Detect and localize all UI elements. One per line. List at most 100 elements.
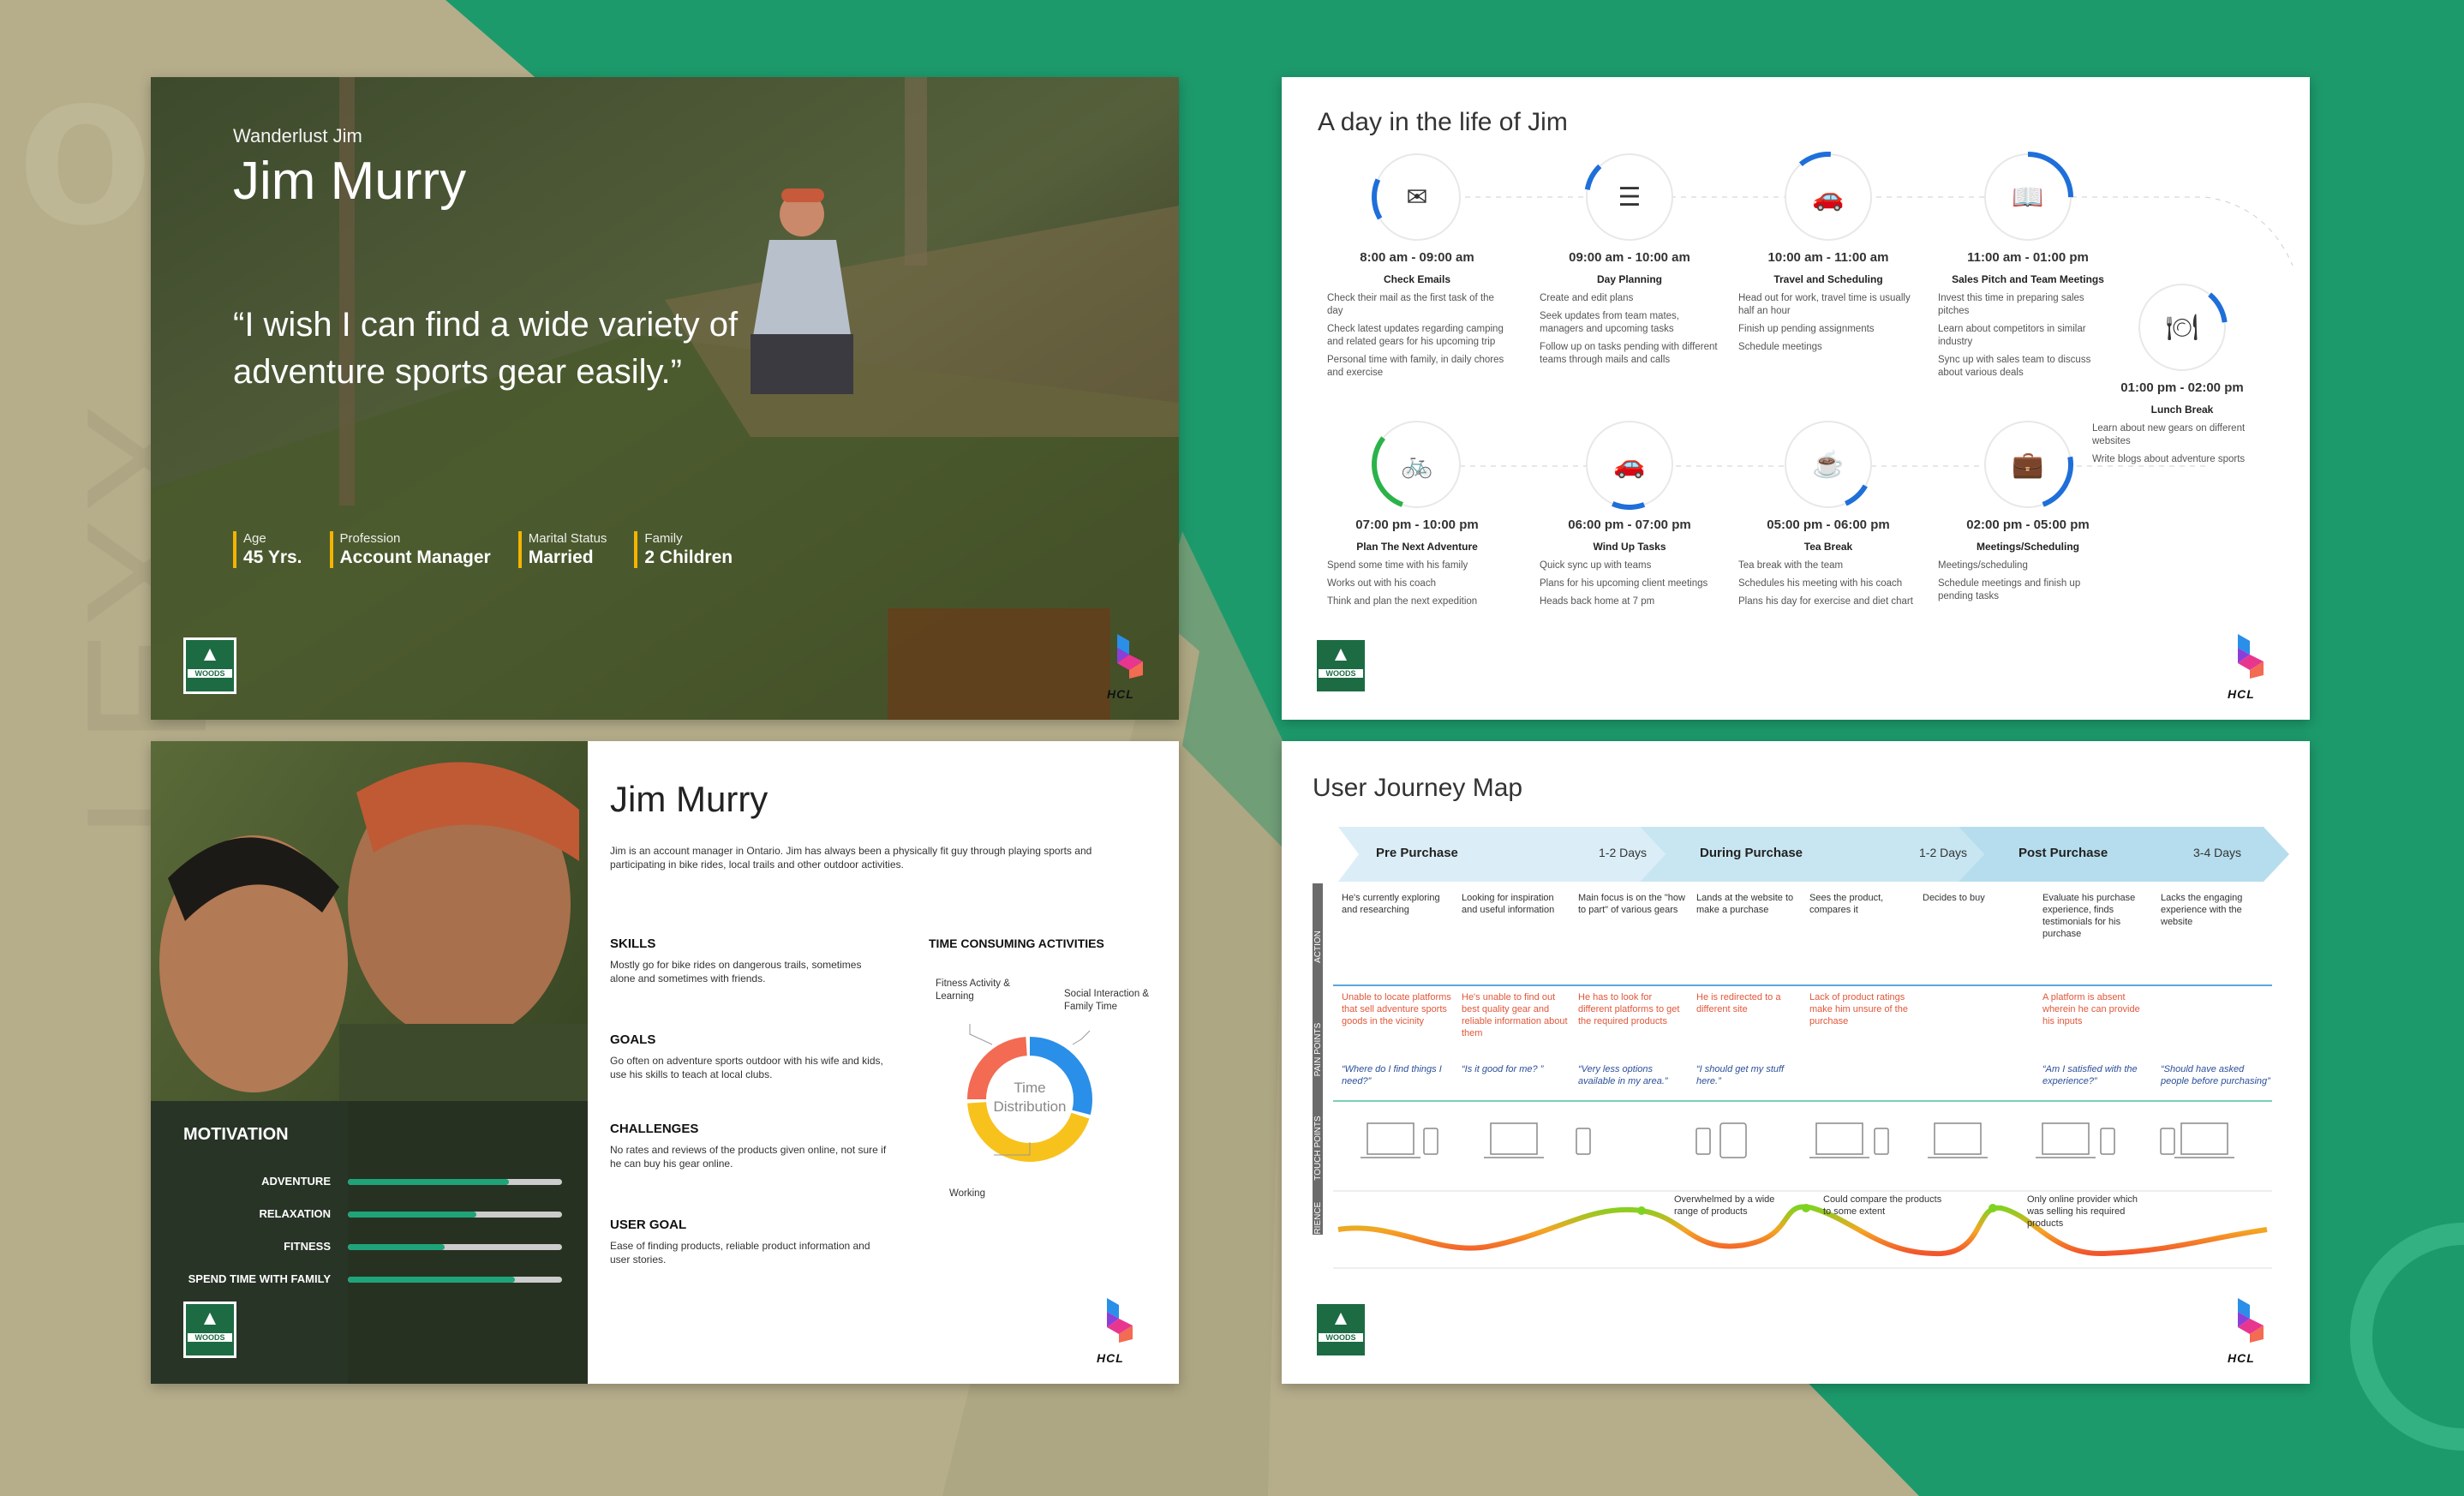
step-item: Spend some time with his family — [1327, 560, 1468, 571]
persona-facts: Age 45 Yrs. Profession Account Manager Mar… — [233, 531, 733, 568]
phase-duration: 3-4 Days — [2193, 846, 2242, 859]
fact-value: 45 Yrs. — [243, 548, 302, 567]
step-label: Day Planning — [1596, 273, 1662, 285]
woods-logo: ▲ WOODS — [1314, 1302, 1367, 1358]
step-ring: 📖 — [1982, 151, 2074, 243]
step-time: 11:00 am - 01:00 pm — [1967, 250, 2089, 265]
step-item: Check latest updates regarding camping a… — [1327, 324, 1504, 347]
experience-note: Overwhelmed by a wide range of products — [1674, 1194, 1775, 1217]
checklist-icon: ☰ — [1618, 183, 1642, 212]
step-time: 8:00 am - 09:00 am — [1360, 250, 1474, 265]
activity-label-working: Working — [949, 1188, 985, 1199]
donut-center-line1: Time — [1014, 1080, 1045, 1096]
day-step: 🚗 10:00 am - 11:00 am Travel and Schedulin… — [1730, 151, 1927, 359]
step-item: Finish up pending assignments — [1738, 324, 1875, 334]
day-in-life-card: A day in the life of Jim ✉ 8:00 am - 09:0… — [1282, 77, 2310, 720]
motivation-label: ADVENTURE — [261, 1175, 331, 1188]
profile-intro: Jim is an account manager in Ontario. Ji… — [610, 845, 1092, 871]
step-item: Heads back home at 7 pm — [1540, 596, 1655, 607]
step-items: Meetings/scheduling Schedule meetings and… — [1929, 560, 2126, 603]
woods-logo: ▲ WOODS — [183, 637, 236, 694]
activities-title: TIME CONSUMING ACTIVITIES — [929, 936, 1104, 950]
step-ring: 🚲 — [1371, 418, 1463, 511]
motivation-row: SPEND TIME WITH FAMILY — [176, 1272, 562, 1303]
section-text: Go often on adventure sports outdoor wit… — [610, 1055, 883, 1080]
step-time: 09:00 am - 10:00 am — [1569, 250, 1690, 265]
row-label-pain: PAIN POINTS — [1313, 1022, 1323, 1076]
step-item: Check their mail as the first task of th… — [1327, 293, 1494, 316]
step-label: Travel and Scheduling — [1773, 273, 1883, 285]
hcl-mark-icon — [2238, 634, 2264, 679]
row-label-experience: EXPERIENCE — [1313, 1201, 1323, 1257]
tree-icon: ▲ — [1331, 1307, 1351, 1330]
book-icon: 📖 — [2012, 183, 2044, 212]
journey-quote: “Am I satisfied with the experience?” — [2042, 1064, 2138, 1086]
step-item: Schedule meetings and finish up pending … — [1938, 578, 2081, 601]
day-step: ☰ 09:00 am - 10:00 am Day Planning Create a… — [1531, 151, 1728, 372]
journey-action: He's currently exploring and researching — [1342, 893, 1440, 915]
row-label-action: ACTION — [1313, 931, 1323, 963]
journey-pain-point: Lack of product ratings make him unsure … — [1809, 992, 1908, 1026]
fact-value: Account Manager — [339, 548, 491, 567]
step-item: Create and edit plans — [1540, 293, 1634, 303]
user-journey-card: User Journey Map ACTION PAIN POINTS TOUC… — [1282, 741, 2310, 1384]
persona-name: Jim Murry — [233, 152, 467, 211]
step-items: Create and edit plans Seek updates from t… — [1531, 292, 1728, 367]
journey-quote: “Is it good for me? ” — [1462, 1064, 1544, 1074]
day-step: ✉ 8:00 am - 09:00 am Check Emails Check the… — [1319, 151, 1516, 385]
step-items: Quick sync up with teams Plans for his up… — [1531, 560, 1728, 608]
journey-pain-point: A platform is absent wherein he can prov… — [2042, 992, 2140, 1026]
step-label: Check Emails — [1383, 273, 1451, 285]
persona-quote: “I wish I can find a wide variety of adv… — [233, 306, 739, 391]
activity-label-fitness: Fitness Activity & Learning — [936, 978, 1010, 1002]
journey-action: Main focus is on the "how to part" of va… — [1578, 893, 1685, 915]
journey-quote: “Where do I find things I need?” — [1342, 1064, 1442, 1086]
section-text: No rates and reviews of the products giv… — [610, 1144, 887, 1170]
step-item: Seek updates from team mates, managers a… — [1540, 311, 1679, 334]
food-tray-icon: 🍽 — [2165, 313, 2199, 342]
day-step: ☕ 05:00 pm - 06:00 pm Tea Break Tea break w… — [1730, 418, 1927, 613]
car-icon: 🚗 — [1613, 450, 1646, 479]
hcl-logo: HCL — [2228, 634, 2279, 701]
step-label: Lunch Break — [2150, 404, 2214, 416]
step-items: Head out for work, travel time is usuall… — [1730, 292, 1927, 354]
step-item: Head out for work, travel time is usuall… — [1738, 293, 1911, 316]
motivation-row: ADVENTURE — [176, 1175, 562, 1206]
step-ring: 🚗 — [1583, 418, 1676, 511]
hcl-mark-icon — [1107, 1298, 1133, 1343]
step-time: 10:00 am - 11:00 am — [1767, 250, 1889, 265]
phase-name: Post Purchase — [2018, 846, 2108, 860]
experience-note: Could compare the products to some exten… — [1823, 1194, 1942, 1217]
step-time: 01:00 pm - 02:00 pm — [2120, 380, 2244, 395]
step-item: Schedules his meeting with his coach — [1738, 578, 1903, 589]
hcl-mark-icon — [2238, 1298, 2264, 1343]
step-label: Meetings/Scheduling — [1976, 541, 2079, 553]
step-item: Tea break with the team — [1738, 560, 1844, 571]
fact-age: Age 45 Yrs. — [233, 531, 302, 568]
fact-family: Family 2 Children — [634, 531, 733, 568]
journey-quote: “Very less options available in my area.… — [1578, 1064, 1668, 1086]
step-item: Plans his day for exercise and diet char… — [1738, 596, 1913, 607]
section-text: Ease of finding products, reliable produ… — [610, 1240, 870, 1266]
step-item: Follow up on tasks pending with differen… — [1540, 342, 1718, 365]
section-title: USER GOAL — [610, 1218, 687, 1232]
tree-icon: ▲ — [200, 1307, 220, 1330]
tree-icon: ▲ — [1331, 643, 1351, 666]
phase-name: Pre Purchase — [1376, 846, 1458, 860]
journey-action: Looking for inspiration and useful infor… — [1462, 893, 1555, 915]
motivation-bar — [348, 1179, 562, 1185]
phase-name: During Purchase — [1700, 846, 1803, 860]
step-label: Tea Break — [1803, 541, 1853, 553]
bike-icon: 🚲 — [1401, 450, 1433, 479]
journey-pain-point: He's unable to find out best quality gea… — [1462, 992, 1568, 1038]
step-ring: 🍽 — [2136, 281, 2228, 374]
step-item: Schedule meetings — [1738, 342, 1822, 352]
fact-marital-status: Marital Status Married — [517, 531, 607, 568]
step-ring: 💼 — [1982, 418, 2074, 511]
step-time: 02:00 pm - 05:00 pm — [1966, 518, 2090, 532]
persona-profile-card: MOTIVATION ADVENTURE RELAXATION FITNESS … — [151, 741, 1179, 1384]
row-label-touch: TOUCH POINTS — [1313, 1116, 1323, 1181]
section-title: SKILLS — [610, 936, 656, 951]
motivation-label: SPEND TIME WITH FAMILY — [188, 1272, 331, 1285]
motivation-fill — [348, 1179, 509, 1185]
